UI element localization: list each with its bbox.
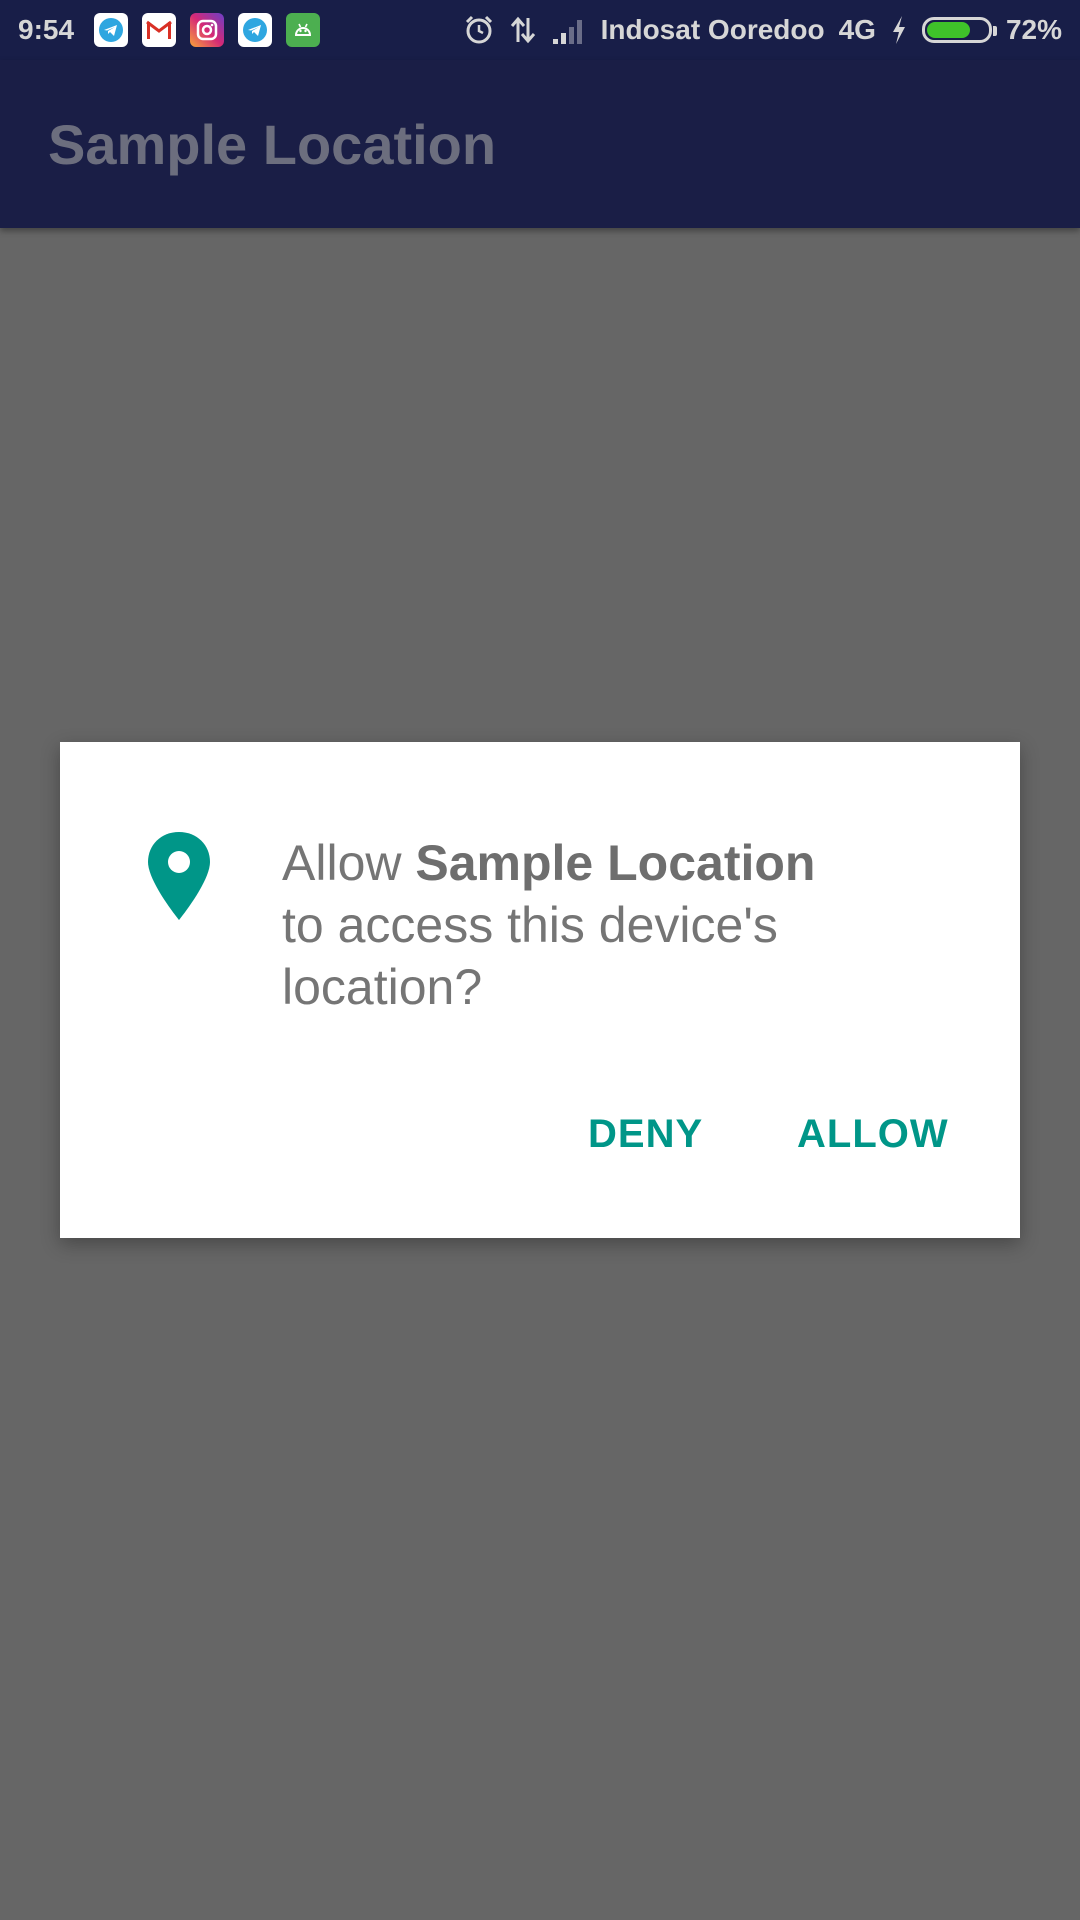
allow-button[interactable]: ALLOW [797, 1112, 949, 1157]
dialog-message-suffix: to access this device's location? [282, 897, 778, 1015]
telegram-icon [238, 13, 273, 47]
battery-icon [921, 17, 997, 43]
network-type: 4G [838, 14, 876, 45]
deny-button[interactable]: DENY [588, 1112, 703, 1157]
dialog-message: Allow Sample Location to access this dev… [282, 832, 922, 1018]
dialog-app-name: Sample Location [415, 835, 816, 891]
app-bar: Sample Location [0, 60, 1080, 228]
status-time: 9:54 [18, 14, 75, 45]
status-right: Indosat Ooredoo 4G 72% [463, 14, 1062, 46]
gmail-icon [142, 13, 177, 47]
app-title: Sample Location [48, 112, 497, 176]
status-bar: 9:54 Indosat Ooredoo 4G 72% [0, 0, 1080, 60]
battery-fill [926, 22, 971, 38]
battery-percent: 72% [1005, 14, 1062, 45]
android-robot-icon [286, 13, 321, 47]
data-transfer-icon [510, 16, 535, 44]
location-pin-icon [148, 832, 210, 920]
charging-bolt-icon [892, 16, 905, 44]
battery-tip [992, 26, 997, 36]
status-left: 9:54 [18, 13, 321, 47]
carrier-name: Indosat Ooredoo [600, 14, 825, 45]
instagram-icon [190, 13, 225, 47]
telegram-icon [94, 13, 129, 47]
alarm-icon [465, 15, 492, 44]
screen: 9:54 Indosat Ooredoo 4G 72% Sample Locat… [0, 0, 1080, 1920]
signal-icon [552, 20, 582, 44]
dialog-message-prefix: Allow [282, 835, 416, 891]
